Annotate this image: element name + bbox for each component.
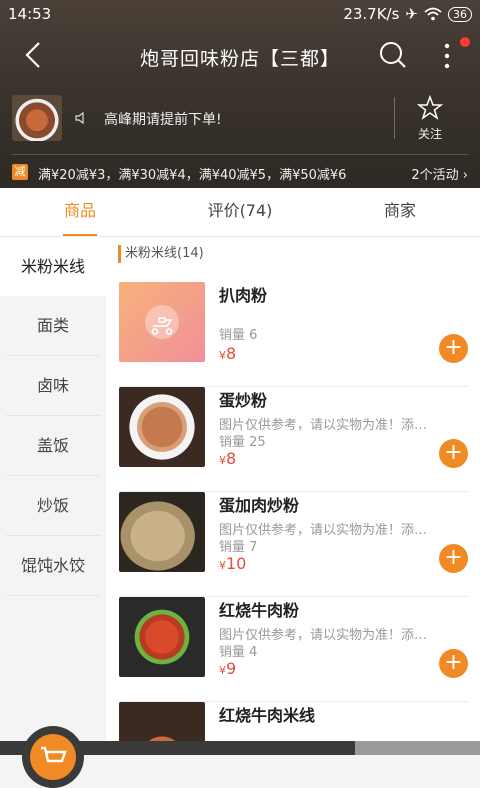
shop-notice: 高峰期请提前下单! <box>104 112 222 128</box>
more-vertical-icon[interactable] <box>440 40 454 72</box>
product-sales: 销量 25 <box>219 435 266 450</box>
product-name: 蛋加肉炒粉 <box>219 496 300 515</box>
tab-reviews[interactable]: 评价(74) <box>160 188 320 236</box>
category-sidebar: 米粉米线 面类 卤味 盖饭 炒饭 馄饨水饺 <box>0 237 106 755</box>
category-item[interactable]: 面类 <box>6 296 100 356</box>
tab-products[interactable]: 商品 <box>0 188 160 236</box>
category-item[interactable]: 炒饭 <box>6 476 100 536</box>
category-item[interactable]: 卤味 <box>6 356 100 416</box>
status-time: 14:53 <box>8 5 52 23</box>
add-to-cart-button[interactable]: + <box>439 439 468 468</box>
product-name: 蛋炒粉 <box>219 391 268 410</box>
shop-logo[interactable] <box>12 95 62 141</box>
product-image[interactable] <box>119 597 205 677</box>
status-bar: 14:53 23.7K/s ✈ 36 <box>0 0 480 28</box>
add-to-cart-button[interactable]: + <box>439 334 468 363</box>
wifi-icon <box>424 7 442 21</box>
tab-bar: 商品 评价(74) 商家 <box>0 188 480 237</box>
follow-label: 关注 <box>417 127 442 141</box>
product-item[interactable]: 扒肉粉 销量 6 ¥8 + <box>119 282 468 387</box>
product-sales: 销量 7 <box>219 540 258 555</box>
promotion-count[interactable]: 2个活动 › <box>411 164 468 183</box>
add-to-cart-button[interactable]: + <box>439 649 468 678</box>
category-item[interactable]: 馄饨水饺 <box>6 536 100 596</box>
product-name: 红烧牛肉米线 <box>219 706 316 725</box>
category-item[interactable]: 米粉米线 <box>0 237 106 296</box>
product-item[interactable]: 红烧牛肉粉 图片仅供参考，请以实物为准！添加/减... 销量 4 ¥9 + <box>119 597 468 702</box>
delivery-icon <box>145 305 179 339</box>
notification-dot <box>460 37 470 47</box>
product-image-placeholder[interactable] <box>119 282 205 362</box>
product-price: ¥8 <box>219 449 237 468</box>
section-title: 米粉米线(14) <box>118 245 204 263</box>
promotion-bar[interactable]: 减 满¥20减¥3，满¥30减¥4，满¥40减¥5，满¥50减¥6 2个活动 › <box>12 154 468 189</box>
star-icon <box>416 94 444 120</box>
product-sales: 销量 4 <box>219 645 258 660</box>
product-item[interactable]: 蛋炒粉 图片仅供参考，请以实物为准！添加/减... 销量 25 ¥8 + <box>119 387 468 492</box>
product-name: 红烧牛肉粉 <box>219 601 300 620</box>
product-image[interactable] <box>119 387 205 467</box>
cart-icon <box>30 734 76 780</box>
status-right: 23.7K/s ✈ 36 <box>343 5 472 23</box>
product-name: 扒肉粉 <box>219 286 268 305</box>
divider <box>394 97 395 139</box>
shop-title: 炮哥回味粉店【三都】 <box>139 48 340 70</box>
product-price: ¥8 <box>219 344 237 363</box>
battery-icon: 36 <box>448 6 472 22</box>
shop-info: 高峰期请提前下单! 关注 <box>0 94 480 145</box>
nav-bar: 炮哥回味粉店【三都】 <box>0 30 480 82</box>
product-image[interactable] <box>119 492 205 572</box>
airplane-icon: ✈ <box>405 5 418 23</box>
network-speed: 23.7K/s <box>343 5 400 23</box>
shopping-cart-icon <box>41 746 67 763</box>
follow-button[interactable]: 关注 <box>404 94 456 142</box>
shop-header: 14:53 23.7K/s ✈ 36 炮哥回味粉店【三都】 高峰期请提前下单! … <box>0 0 480 188</box>
cart-button[interactable] <box>22 726 84 788</box>
promotion-text: 满¥20减¥3，满¥30减¥4，满¥40减¥5，满¥50减¥6 <box>38 168 347 183</box>
tab-merchant[interactable]: 商家 <box>320 188 480 236</box>
product-item[interactable]: 蛋加肉炒粉 图片仅供参考，请以实物为准！添加/减... 销量 7 ¥10 + <box>119 492 468 597</box>
chevron-right-icon: › <box>462 168 468 183</box>
speaker-icon <box>75 111 84 125</box>
checkout-area[interactable] <box>355 741 480 755</box>
category-item[interactable]: 盖饭 <box>6 416 100 476</box>
product-list: 米粉米线(14) 扒肉粉 销量 6 ¥8 + 蛋炒粉 图片仅供参考，请以实物为准… <box>106 237 480 755</box>
discount-badge: 减 <box>12 164 28 180</box>
product-price: ¥9 <box>219 659 237 678</box>
add-to-cart-button[interactable]: + <box>439 544 468 573</box>
product-price: ¥10 <box>219 554 247 573</box>
product-sales: 销量 6 <box>219 328 258 343</box>
search-icon[interactable] <box>378 40 408 70</box>
